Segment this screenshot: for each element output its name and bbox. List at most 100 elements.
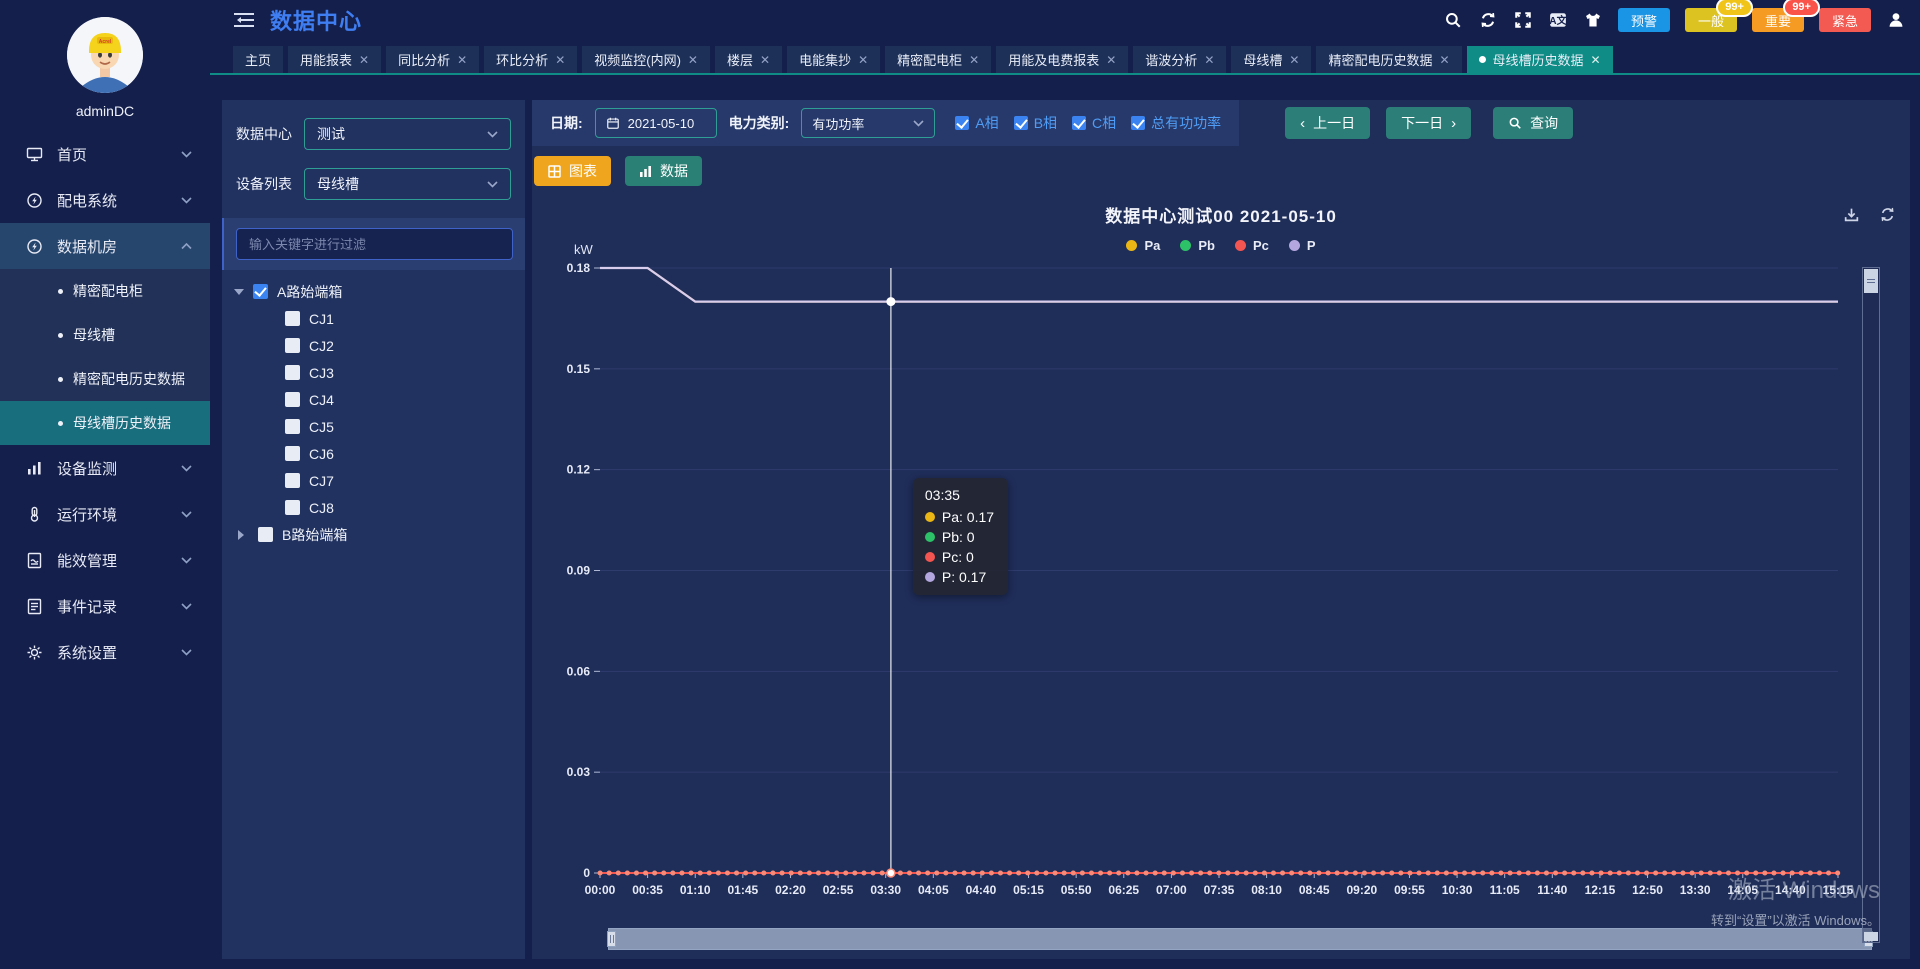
sidebar-item-配电系统[interactable]: 配电系统: [0, 177, 210, 223]
tree-checkbox-B路始端箱[interactable]: [258, 527, 273, 542]
tab-close-icon[interactable]: ✕: [1106, 53, 1116, 67]
legend-item-Pc[interactable]: Pc: [1235, 238, 1269, 253]
tab-母线槽历史数据[interactable]: 母线槽历史数据✕: [1467, 46, 1613, 73]
query-button[interactable]: 查询: [1493, 107, 1573, 139]
sidebar-subitem-母线槽历史数据[interactable]: 母线槽历史数据: [0, 401, 210, 445]
tab-close-icon[interactable]: ✕: [1289, 53, 1299, 67]
fullscreen-icon[interactable]: [1513, 10, 1533, 30]
tab-close-icon[interactable]: ✕: [457, 53, 467, 67]
legend-item-P[interactable]: P: [1289, 238, 1316, 253]
translate-icon[interactable]: A文: [1548, 10, 1568, 30]
checkbox-icon[interactable]: [1072, 116, 1086, 130]
checkbox-icon[interactable]: [955, 116, 969, 130]
sidebar-subitem-母线槽[interactable]: 母线槽: [0, 313, 210, 357]
tree-node-CJ7[interactable]: CJ7: [222, 467, 525, 494]
tab-精密配电历史数据[interactable]: 精密配电历史数据✕: [1316, 46, 1461, 73]
tree-node-CJ3[interactable]: CJ3: [222, 359, 525, 386]
tree-filter-input[interactable]: [236, 228, 513, 260]
tab-谐波分析[interactable]: 谐波分析✕: [1133, 46, 1226, 73]
chart-view-button[interactable]: 图表: [534, 156, 611, 186]
caret-collapsed-icon[interactable]: [238, 530, 249, 540]
datazoom-bottom-handle[interactable]: [1864, 932, 1878, 941]
sidebar-item-首页[interactable]: 首页: [0, 131, 210, 177]
device-list-select[interactable]: 母线槽: [304, 168, 511, 200]
prev-day-button[interactable]: ‹ 上一日: [1285, 107, 1370, 139]
reload-icon[interactable]: [1879, 206, 1896, 223]
data-center-select[interactable]: 测试: [304, 118, 511, 150]
sidebar-item-能效管理[interactable]: 能效管理: [0, 537, 210, 583]
phase-checkbox-总有功功率[interactable]: 总有功功率: [1131, 113, 1221, 133]
user-icon[interactable]: [1886, 10, 1906, 30]
avatar[interactable]: Acrel: [67, 17, 143, 93]
phase-checkbox-A相[interactable]: A相: [955, 113, 998, 133]
tab-用能报表[interactable]: 用能报表✕: [288, 46, 381, 73]
phase-checkbox-B相[interactable]: B相: [1014, 113, 1057, 133]
tab-close-icon[interactable]: ✕: [1204, 53, 1214, 67]
alert-button-important[interactable]: 重要99+: [1752, 8, 1804, 32]
tree-node-CJ1[interactable]: CJ1: [222, 305, 525, 332]
tab-close-icon[interactable]: ✕: [760, 53, 770, 67]
tree-checkbox-CJ3[interactable]: [285, 365, 300, 380]
tree-checkbox-CJ8[interactable]: [285, 500, 300, 515]
datazoom-top-handle[interactable]: [1864, 269, 1878, 293]
tab-楼层[interactable]: 楼层✕: [715, 46, 782, 73]
phase-checkbox-C相[interactable]: C相: [1072, 113, 1116, 133]
power-type-select[interactable]: 有功功率: [801, 108, 935, 138]
checkbox-icon[interactable]: [1014, 116, 1028, 130]
tree-checkbox-CJ2[interactable]: [285, 338, 300, 353]
tab-环比分析[interactable]: 环比分析✕: [484, 46, 577, 73]
tree-node-CJ5[interactable]: CJ5: [222, 413, 525, 440]
tab-电能集抄[interactable]: 电能集抄✕: [787, 46, 880, 73]
tab-close-icon[interactable]: ✕: [555, 53, 565, 67]
datazoom-left-handle[interactable]: [607, 931, 616, 947]
alert-button-urgent[interactable]: 紧急: [1819, 8, 1871, 32]
tab-主页[interactable]: 主页: [233, 46, 283, 73]
checkbox-icon[interactable]: [1131, 116, 1145, 130]
tree-checkbox-CJ1[interactable]: [285, 311, 300, 326]
vertical-datazoom-slider[interactable]: [1862, 267, 1880, 943]
line-chart-plot[interactable]: 00.030.060.090.120.150.1800:0000:3501:10…: [532, 196, 1910, 959]
sidebar-subitem-精密配电历史数据[interactable]: 精密配电历史数据: [0, 357, 210, 401]
alert-button-general[interactable]: 一般99+: [1685, 8, 1737, 32]
sidebar-item-事件记录[interactable]: 事件记录: [0, 583, 210, 629]
tree-checkbox-A路始端箱[interactable]: [253, 284, 268, 299]
next-day-button[interactable]: 下一日 ›: [1386, 107, 1471, 139]
refresh-icon[interactable]: [1478, 10, 1498, 30]
tab-视频监控(内网)[interactable]: 视频监控(内网)✕: [582, 46, 710, 73]
sidebar-item-运行环境[interactable]: 运行环境: [0, 491, 210, 537]
caret-expanded-icon[interactable]: [234, 289, 244, 300]
tab-同比分析[interactable]: 同比分析✕: [386, 46, 479, 73]
sidebar-item-数据机房[interactable]: 数据机房: [0, 223, 210, 269]
tree-checkbox-CJ7[interactable]: [285, 473, 300, 488]
tree-node-CJ8[interactable]: CJ8: [222, 494, 525, 521]
search-icon[interactable]: [1443, 10, 1463, 30]
alert-button-warning[interactable]: 预警: [1618, 8, 1670, 32]
tree-node-CJ6[interactable]: CJ6: [222, 440, 525, 467]
tab-母线槽[interactable]: 母线槽✕: [1231, 46, 1311, 73]
data-view-button[interactable]: 数据: [625, 156, 702, 186]
tree-node-B路始端箱[interactable]: B路始端箱: [222, 521, 525, 548]
theme-shirt-icon[interactable]: [1583, 10, 1603, 30]
tab-close-icon[interactable]: ✕: [858, 53, 868, 67]
menu-toggle-icon[interactable]: [234, 13, 254, 27]
tree-node-CJ2[interactable]: CJ2: [222, 332, 525, 359]
tab-close-icon[interactable]: ✕: [359, 53, 369, 67]
date-picker[interactable]: 2021-05-10: [595, 108, 717, 138]
tree-node-CJ4[interactable]: CJ4: [222, 386, 525, 413]
tab-用能及电费报表[interactable]: 用能及电费报表✕: [996, 46, 1128, 73]
tab-close-icon[interactable]: ✕: [1591, 53, 1601, 67]
horizontal-datazoom-slider[interactable]: [608, 928, 1872, 950]
tree-checkbox-CJ5[interactable]: [285, 419, 300, 434]
sidebar-subitem-精密配电柜[interactable]: 精密配电柜: [0, 269, 210, 313]
tab-close-icon[interactable]: ✕: [688, 53, 698, 67]
sidebar-item-设备监测[interactable]: 设备监测: [0, 445, 210, 491]
legend-item-Pa[interactable]: Pa: [1126, 238, 1160, 253]
tree-checkbox-CJ6[interactable]: [285, 446, 300, 461]
tree-checkbox-CJ4[interactable]: [285, 392, 300, 407]
sidebar-item-系统设置[interactable]: 系统设置: [0, 629, 210, 675]
tree-node-A路始端箱[interactable]: A路始端箱: [222, 278, 525, 305]
tab-close-icon[interactable]: ✕: [969, 53, 979, 67]
legend-item-Pb[interactable]: Pb: [1180, 238, 1215, 253]
download-icon[interactable]: [1843, 206, 1860, 223]
tab-精密配电柜[interactable]: 精密配电柜✕: [885, 46, 991, 73]
